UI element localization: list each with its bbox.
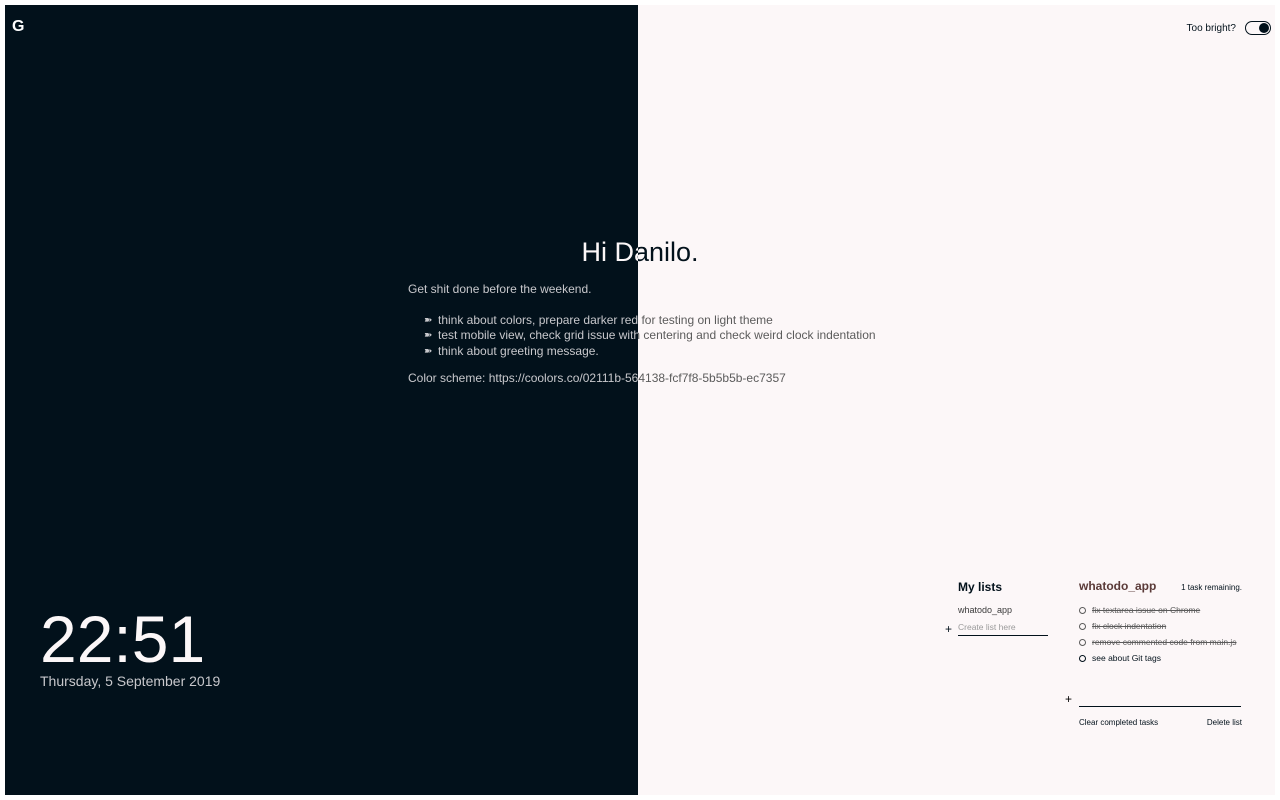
task-item[interactable]: remove commented code from main.js bbox=[1079, 637, 1242, 647]
theme-toggle[interactable] bbox=[1245, 21, 1271, 35]
dark-panel: G 22:51 Thursday, 5 September 2019 bbox=[5, 5, 638, 795]
task-label: fix textarea issue on Chrome bbox=[1092, 605, 1201, 615]
theme-toggle-area: Too bright? bbox=[1187, 21, 1271, 35]
theme-toggle-label: Too bright? bbox=[1186, 22, 1236, 34]
task-item[interactable]: fix clock indentation bbox=[1079, 621, 1242, 631]
create-list-input[interactable] bbox=[958, 622, 1048, 636]
clock-time: 22:51 bbox=[40, 602, 206, 676]
task-label: fix clock indentation bbox=[1092, 621, 1167, 631]
checkbox-circle-icon[interactable] bbox=[1079, 638, 1086, 646]
light-panel: Too bright? bbox=[638, 5, 1275, 795]
tasks-footer: Clear completed tasks Delete list bbox=[1079, 718, 1242, 727]
new-task-input[interactable] bbox=[1079, 694, 1241, 707]
active-list-title: whatodo_app bbox=[1079, 579, 1157, 593]
plus-icon[interactable]: + bbox=[945, 623, 958, 635]
delete-list-button[interactable]: Delete list bbox=[1207, 718, 1242, 727]
checkbox-circle-icon[interactable] bbox=[1079, 622, 1086, 630]
task-item[interactable]: see about Git tags bbox=[1079, 653, 1242, 663]
my-lists: My lists whatodo_app + bbox=[945, 579, 1055, 636]
create-list: + bbox=[945, 622, 1055, 636]
toggle-knob-icon bbox=[1259, 23, 1269, 33]
task-list: fix textarea issue on Chrome fix clock i… bbox=[1079, 605, 1242, 663]
checkbox-circle-icon[interactable] bbox=[1079, 654, 1086, 662]
checkbox-circle-icon[interactable] bbox=[1079, 606, 1086, 614]
app-frame: G 22:51 Thursday, 5 September 2019 Too b… bbox=[5, 5, 1275, 795]
tasks-remaining: 1 task remaining. bbox=[1181, 583, 1242, 592]
clock: 22:51 Thursday, 5 September 2019 bbox=[40, 603, 220, 689]
list-item[interactable]: whatodo_app bbox=[958, 605, 1055, 615]
tasks-header: whatodo_app 1 task remaining. bbox=[1079, 579, 1242, 593]
task-label: see about Git tags bbox=[1092, 653, 1161, 663]
logo-icon[interactable]: G bbox=[12, 19, 26, 35]
plus-icon[interactable]: + bbox=[1065, 693, 1079, 705]
clear-completed-button[interactable]: Clear completed tasks bbox=[1079, 718, 1158, 727]
task-label: remove commented code from main.js bbox=[1092, 637, 1237, 647]
my-lists-heading: My lists bbox=[958, 580, 1003, 594]
task-item[interactable]: fix textarea issue on Chrome bbox=[1079, 605, 1242, 615]
new-task: + bbox=[1065, 693, 1241, 707]
tasks-panel: whatodo_app 1 task remaining. fix textar… bbox=[1079, 579, 1242, 663]
clock-date: Thursday, 5 September 2019 bbox=[40, 673, 221, 689]
